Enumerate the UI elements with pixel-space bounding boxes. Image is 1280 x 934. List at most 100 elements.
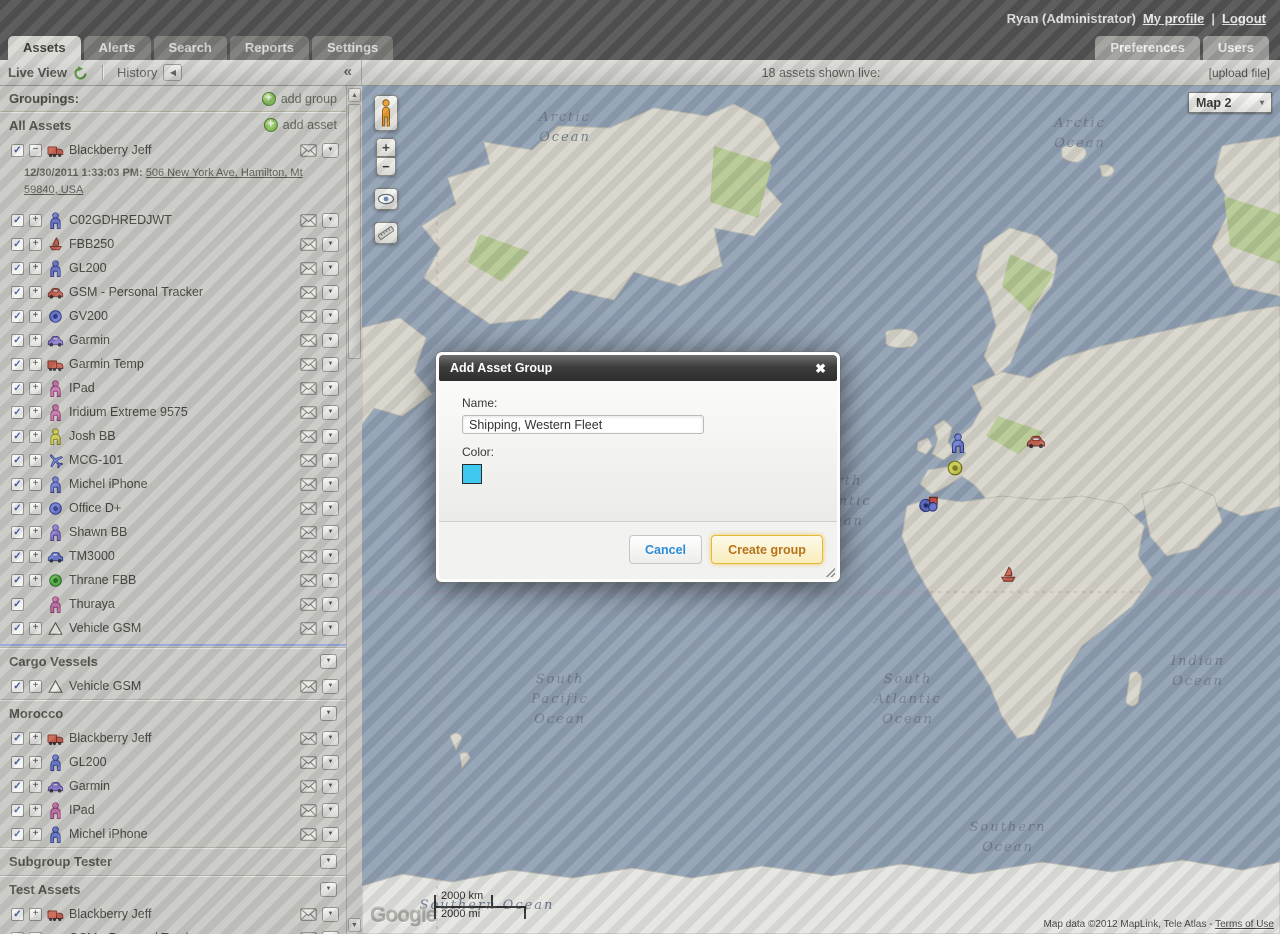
measure-button[interactable] [374, 222, 398, 244]
message-icon[interactable] [300, 430, 317, 443]
message-icon[interactable] [300, 550, 317, 563]
asset-menu-button[interactable]: ▼ [322, 573, 339, 588]
asset-checkbox[interactable]: ✓ [11, 908, 24, 921]
expand-toggle[interactable]: + [29, 430, 42, 443]
asset-name[interactable]: IPad [69, 381, 295, 395]
map-marker-car-red[interactable] [1026, 431, 1046, 451]
asset-name[interactable]: Michel iPhone [69, 827, 295, 841]
asset-menu-button[interactable]: ▼ [322, 731, 339, 746]
asset-checkbox[interactable]: ✓ [11, 756, 24, 769]
map-type-select[interactable]: Map 2 ▾ [1188, 92, 1272, 113]
asset-checkbox[interactable]: ✓ [11, 262, 24, 275]
message-icon[interactable] [300, 804, 317, 817]
message-icon[interactable] [300, 310, 317, 323]
asset-checkbox[interactable]: ✓ [11, 214, 24, 227]
asset-menu-button[interactable]: ▼ [322, 405, 339, 420]
message-icon[interactable] [300, 828, 317, 841]
expand-toggle[interactable]: + [29, 574, 42, 587]
asset-checkbox[interactable]: ✓ [11, 286, 24, 299]
expand-toggle[interactable]: + [29, 238, 42, 251]
tab-settings[interactable]: Settings [312, 36, 393, 60]
asset-checkbox[interactable]: ✓ [11, 680, 24, 693]
message-icon[interactable] [300, 238, 317, 251]
asset-menu-button[interactable]: ▼ [322, 597, 339, 612]
asset-checkbox[interactable]: ✓ [11, 804, 24, 817]
refresh-icon[interactable] [73, 66, 88, 81]
asset-name[interactable]: Thuraya [69, 597, 295, 611]
message-icon[interactable] [300, 598, 317, 611]
asset-menu-button[interactable]: ▼ [322, 477, 339, 492]
asset-name[interactable]: Garmin Temp [69, 357, 295, 371]
asset-checkbox[interactable]: ✓ [11, 550, 24, 563]
asset-checkbox[interactable]: ✓ [11, 478, 24, 491]
asset-name[interactable]: MCG-101 [69, 453, 295, 467]
expand-toggle[interactable]: + [29, 382, 42, 395]
asset-name[interactable]: C02GDHREDJWT [69, 213, 295, 227]
asset-menu-button[interactable]: ▼ [322, 213, 339, 228]
asset-checkbox[interactable]: ✓ [11, 334, 24, 347]
message-icon[interactable] [300, 574, 317, 587]
asset-name[interactable]: Garmin [69, 333, 295, 347]
asset-menu-button[interactable]: ▼ [322, 621, 339, 636]
scroll-up-button[interactable]: ▲ [348, 88, 361, 102]
message-icon[interactable] [300, 478, 317, 491]
asset-menu-button[interactable]: ▼ [322, 803, 339, 818]
asset-menu-button[interactable]: ▼ [322, 357, 339, 372]
history-label[interactable]: History [117, 65, 157, 80]
expand-toggle[interactable]: + [29, 780, 42, 793]
visibility-button[interactable] [374, 188, 398, 210]
asset-menu-button[interactable]: ▼ [322, 333, 339, 348]
asset-menu-button[interactable]: ▼ [322, 779, 339, 794]
expand-toggle[interactable]: + [29, 526, 42, 539]
asset-menu-button[interactable]: ▼ [322, 143, 339, 158]
expand-toggle[interactable]: + [29, 550, 42, 563]
map-marker-dot-yellow[interactable] [945, 458, 965, 478]
message-icon[interactable] [300, 756, 317, 769]
asset-checkbox[interactable]: ✓ [11, 430, 24, 443]
asset-checkbox[interactable]: ✓ [11, 622, 24, 635]
group-menu-button[interactable]: ▼ [320, 706, 337, 721]
map-marker-person-blue[interactable] [948, 433, 968, 453]
asset-checkbox[interactable]: ✓ [11, 238, 24, 251]
create-group-button[interactable]: Create group [711, 535, 823, 564]
asset-menu-button[interactable]: ▼ [322, 309, 339, 324]
expand-toggle[interactable]: + [29, 454, 42, 467]
asset-name[interactable]: GV200 [69, 309, 295, 323]
group-menu-button[interactable]: ▼ [320, 882, 337, 897]
asset-checkbox[interactable]: ✓ [11, 144, 24, 157]
scroll-down-button[interactable]: ▼ [348, 918, 361, 932]
map-marker-cluster-blue[interactable] [919, 493, 939, 513]
expand-toggle[interactable]: + [29, 908, 42, 921]
asset-name[interactable]: Vehicle GSM [69, 621, 295, 635]
asset-name[interactable]: Michel iPhone [69, 477, 295, 491]
expand-toggle[interactable]: + [29, 828, 42, 841]
tab-preferences[interactable]: Preferences [1095, 36, 1199, 60]
expand-toggle[interactable]: + [29, 358, 42, 371]
asset-checkbox[interactable]: ✓ [11, 310, 24, 323]
group-menu-button[interactable]: ▼ [320, 654, 337, 669]
asset-name[interactable]: Shawn BB [69, 525, 295, 539]
asset-name[interactable]: GL200 [69, 755, 295, 769]
asset-name[interactable]: GSM - Personal Tracker [69, 285, 295, 299]
message-icon[interactable] [300, 526, 317, 539]
expand-toggle[interactable]: + [29, 310, 42, 323]
group-menu-button[interactable]: ▼ [320, 854, 337, 869]
asset-name[interactable]: Blackberry Jeff [69, 143, 295, 157]
tab-users[interactable]: Users [1203, 36, 1269, 60]
message-icon[interactable] [300, 502, 317, 515]
zoom-out-button[interactable]: − [376, 157, 396, 176]
asset-menu-button[interactable]: ▼ [322, 237, 339, 252]
group-name-input[interactable] [462, 415, 704, 434]
tab-search[interactable]: Search [154, 36, 227, 60]
asset-menu-button[interactable]: ▼ [322, 931, 339, 934]
asset-checkbox[interactable]: ✓ [11, 780, 24, 793]
asset-menu-button[interactable]: ▼ [322, 429, 339, 444]
asset-menu-button[interactable]: ▼ [322, 261, 339, 276]
my-profile-link[interactable]: My profile [1143, 11, 1204, 26]
expand-toggle[interactable]: + [29, 502, 42, 515]
tab-assets[interactable]: Assets [8, 36, 81, 60]
asset-checkbox[interactable]: ✓ [11, 598, 24, 611]
asset-menu-button[interactable]: ▼ [322, 501, 339, 516]
scroll-thumb[interactable] [348, 104, 361, 359]
color-swatch[interactable] [462, 464, 482, 484]
